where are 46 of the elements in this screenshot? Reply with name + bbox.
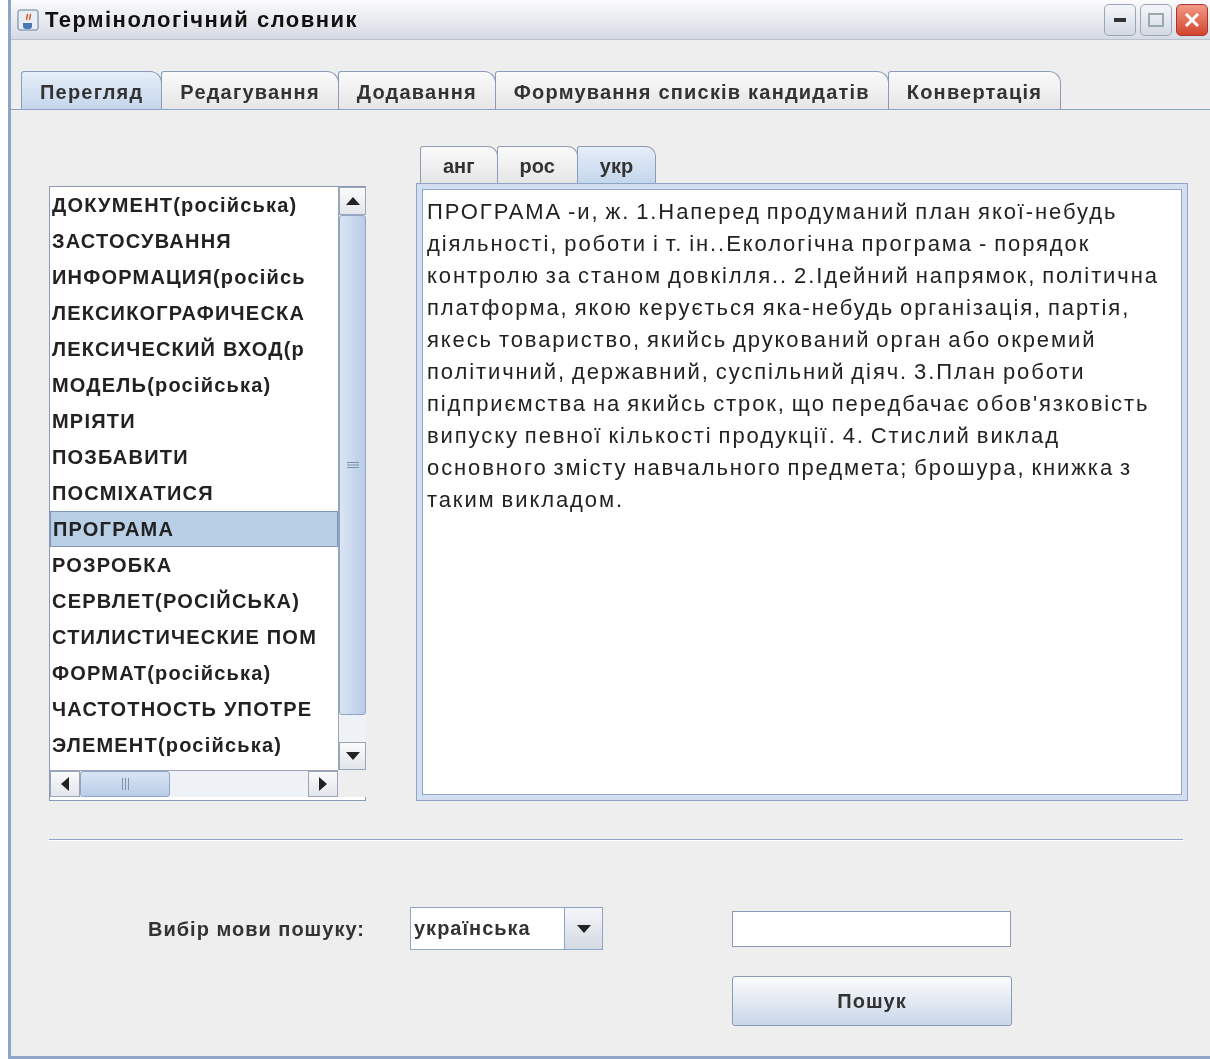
java-cup-icon (17, 8, 39, 31)
search-button[interactable]: Пошук (732, 976, 1012, 1026)
list-item[interactable]: СЕРВЛЕТ(РОСІЙСЬКА) (50, 583, 338, 619)
minimize-button[interactable] (1104, 3, 1136, 36)
tab[interactable]: анг (420, 146, 498, 183)
list-item[interactable]: ИНФОРМАЦИЯ(російсь (50, 259, 338, 295)
scroll-thumb[interactable] (80, 771, 170, 797)
list-item[interactable]: ЛЕКСИКОГРАФИЧЕСКА (50, 295, 338, 331)
list-item[interactable]: ДОКУМЕНТ(російська) (50, 187, 338, 223)
tab[interactable]: Формування списків кандидатів (494, 71, 889, 109)
list-item[interactable]: ФОРМАТ(російська) (50, 655, 338, 691)
tab[interactable]: Додавання (337, 71, 496, 109)
down-arrow-icon[interactable] (345, 752, 360, 760)
horizontal-scrollbar[interactable] (50, 770, 338, 797)
close-button[interactable] (1176, 3, 1208, 36)
term-list[interactable] (49, 186, 366, 801)
close-icon[interactable] (1184, 11, 1200, 28)
list-item[interactable]: ПОСМІХАТИСЯ (50, 475, 338, 511)
tab[interactable]: Конвертація (887, 71, 1062, 109)
search-language-label: Вибір мови пошуку: (148, 916, 366, 942)
definition-text: ПРОГРАМА -и, ж. 1.Наперед продуманий план якої-небудь діяльності, роботи і т. ін..Екологічна програма - порядок контролю за станом довкілля.. 2.Ідейний напрямок, політична платформа, якою керується яка-небудь організація, партія, якесь товариство, якийсь друкований орган або окремий політичний, державний, суспільний діяч. 3.План роботи підприємства на якийсь строк, що передбачає обов'язковість випуску певної кількості продукції. 4. Стислий виклад основного змісту навчального предмета; брошура, книжка з таким викладом. (422, 189, 1182, 795)
minimize-icon[interactable] (1114, 17, 1126, 22)
list-item[interactable]: МРІЯТИ (50, 403, 338, 439)
window-title: Термінологічний словник (45, 6, 359, 34)
tab[interactable]: укр (576, 146, 657, 183)
list-item[interactable]: СТИЛИСТИЧЕСКИЕ ПОМ (50, 619, 338, 655)
list-item[interactable]: ЗАСТОСУВАННЯ (50, 223, 338, 259)
tab[interactable]: рос (496, 146, 578, 183)
caret-icon[interactable] (576, 924, 591, 933)
right-arrow-icon[interactable] (319, 777, 327, 791)
list-item[interactable]: ПРОГРАМА (50, 511, 338, 547)
language-dropdown[interactable]: українська (410, 907, 603, 950)
list-item[interactable]: ЭЛЕМЕНТ(російська) (50, 727, 338, 763)
scroll-thumb[interactable] (339, 215, 366, 715)
list-item[interactable]: РОЗРОБКА (50, 547, 338, 583)
tab[interactable]: Редагування (161, 71, 339, 109)
scrollbar-corner (338, 770, 366, 797)
tab[interactable]: Перегляд (21, 71, 163, 109)
up-arrow-icon[interactable] (345, 197, 360, 205)
search-field[interactable] (732, 910, 1011, 947)
left-arrow-icon[interactable] (61, 777, 69, 791)
list-item[interactable]: ЧАСТОТНОСТЬ УПОТРЕ (50, 691, 338, 727)
list-item[interactable]: ЛЕКСИЧЕСКИЙ ВХОД(р (50, 331, 338, 367)
list-item[interactable]: ПОЗБАВИТИ (50, 439, 338, 475)
list-item[interactable]: МОДЕЛЬ(російська) (50, 367, 338, 403)
vertical-scrollbar[interactable] (338, 187, 366, 770)
